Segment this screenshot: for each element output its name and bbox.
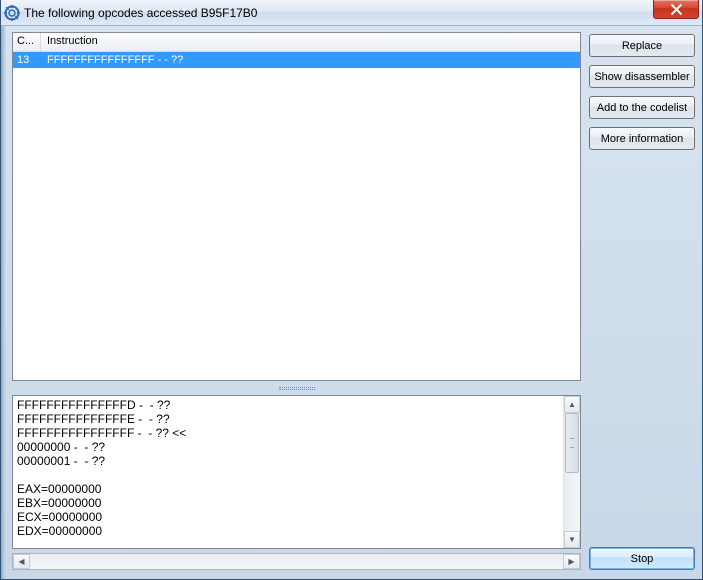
splitter[interactable] [12, 385, 581, 391]
splitter-grip-icon [279, 387, 315, 390]
opcode-list: C... Instruction 13 FFFFFFFFFFFFFFFF - -… [12, 32, 581, 381]
detail-vertical-scrollbar[interactable]: ▲ ▼ [563, 396, 580, 548]
chevron-up-icon: ▲ [568, 400, 576, 409]
more-information-button[interactable]: More information [589, 127, 695, 150]
app-icon [4, 5, 20, 21]
chevron-left-icon: ◀ [18, 557, 24, 566]
close-icon [671, 4, 682, 15]
scroll-thumb[interactable] [565, 413, 579, 473]
spacer [589, 158, 695, 539]
show-disassembler-button[interactable]: Show disassembler [589, 65, 695, 88]
column-count-header[interactable]: C... [13, 33, 41, 51]
chevron-right-icon: ▶ [568, 557, 574, 566]
scroll-left-button[interactable]: ◀ [13, 554, 30, 569]
hscroll-track[interactable] [30, 554, 563, 569]
list-header: C... Instruction [13, 33, 580, 52]
horizontal-scrollbar[interactable]: ◀ ▶ [12, 553, 581, 570]
replace-button[interactable]: Replace [589, 34, 695, 57]
cell-count: 13 [13, 52, 41, 68]
list-body[interactable]: 13 FFFFFFFFFFFFFFFF - - ?? [13, 52, 580, 380]
titlebar: The following opcodes accessed B95F17B0 [0, 0, 703, 26]
content-area: C... Instruction 13 FFFFFFFFFFFFFFFF - -… [6, 26, 701, 576]
scroll-right-button[interactable]: ▶ [563, 554, 580, 569]
detail-text[interactable]: FFFFFFFFFFFFFFFD - - ?? FFFFFFFFFFFFFFFE… [13, 396, 563, 548]
detail-panel: FFFFFFFFFFFFFFFD - - ?? FFFFFFFFFFFFFFFE… [12, 395, 581, 549]
cell-instruction: FFFFFFFFFFFFFFFF - - ?? [41, 52, 580, 68]
window-title: The following opcodes accessed B95F17B0 [24, 6, 257, 20]
scroll-up-button[interactable]: ▲ [564, 396, 580, 413]
button-panel: Replace Show disassembler Add to the cod… [589, 32, 695, 570]
stop-button[interactable]: Stop [589, 547, 695, 570]
column-instruction-header[interactable]: Instruction [41, 33, 580, 51]
horizontal-scrollbar-container: ◀ ▶ [12, 553, 581, 570]
list-row[interactable]: 13 FFFFFFFFFFFFFFFF - - ?? [13, 52, 580, 68]
close-button[interactable] [653, 0, 699, 19]
main-panel: C... Instruction 13 FFFFFFFFFFFFFFFF - -… [12, 32, 581, 570]
add-to-codelist-button[interactable]: Add to the codelist [589, 96, 695, 119]
chevron-down-icon: ▼ [568, 535, 576, 544]
scroll-track[interactable] [564, 413, 580, 531]
scroll-down-button[interactable]: ▼ [564, 531, 580, 548]
